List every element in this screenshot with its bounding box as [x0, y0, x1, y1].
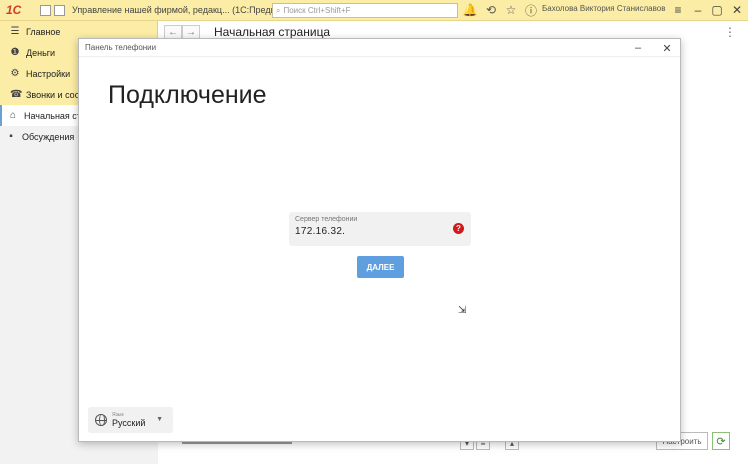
dialog-heading: Подключение	[108, 81, 267, 109]
language-label: Язык	[112, 411, 124, 418]
dialog-title: Панель телефонии	[85, 43, 157, 52]
next-button[interactable]: ДАЛЕЕ	[357, 256, 404, 278]
page-title: Начальная страница	[214, 25, 331, 39]
gear-icon: ⚙	[10, 68, 20, 79]
minimize-icon[interactable]: –	[690, 2, 706, 18]
sidebar-item-label: Деньги	[26, 47, 56, 58]
search-input[interactable]: ⌕ Поиск Ctrl+Shift+F	[272, 3, 458, 18]
bell-icon[interactable]: 🔔	[462, 2, 478, 18]
more-icon[interactable]: ⋮	[724, 25, 736, 39]
menu-icon: ☰	[10, 26, 20, 37]
mouse-cursor-icon: ⇲	[458, 305, 467, 316]
settings-menu-icon[interactable]: ≡	[670, 2, 686, 18]
error-icon[interactable]: ?	[453, 223, 464, 234]
window-menu-icon[interactable]	[40, 4, 51, 16]
server-field-label: Сервер телефонии	[295, 216, 358, 223]
window-list-icon[interactable]	[54, 4, 65, 16]
back-button[interactable]: ←	[164, 25, 182, 39]
app-logo: 1С	[0, 0, 40, 21]
maximize-icon[interactable]: ▢	[709, 2, 725, 18]
logo-text: 1С	[6, 3, 22, 17]
server-field[interactable]: Сервер телефонии 172.16.32. ?	[289, 212, 471, 246]
star-icon[interactable]: ☆	[503, 2, 519, 18]
phone-icon: ☎	[10, 89, 23, 100]
tab-label: Обсуждения	[22, 131, 75, 142]
sidebar-item-label: Настройки	[26, 68, 71, 79]
app-title: Управление нашей фирмой, редакц... (1С:П…	[72, 5, 282, 15]
info-icon[interactable]: ⓘ	[523, 2, 539, 18]
app-titlebar: 1С Управление нашей фирмой, редакц... (1…	[0, 0, 748, 21]
history-icon[interactable]: ⟲	[483, 2, 499, 18]
language-select[interactable]: Язык Русский ▼	[88, 407, 173, 433]
money-icon: ❶	[10, 47, 20, 58]
language-value: Русский	[112, 417, 146, 428]
dialog-minimize-icon[interactable]: –	[631, 41, 645, 55]
dialog-titlebar: Панель телефонии	[79, 39, 680, 57]
close-icon[interactable]: ✕	[729, 2, 745, 18]
server-field-value[interactable]: 172.16.32.	[295, 226, 465, 237]
search-icon: ⌕	[276, 5, 281, 15]
dialog-close-icon[interactable]: ✕	[660, 41, 674, 55]
home-icon: ⌂	[9, 110, 17, 121]
chat-icon: ▪	[9, 131, 13, 142]
forward-button[interactable]: →	[182, 25, 200, 39]
sidebar-item-label: Главное	[26, 26, 61, 37]
telephony-dialog: Панель телефонии – ✕ Подключение Сервер …	[78, 38, 681, 442]
chevron-down-icon: ▼	[156, 416, 163, 423]
user-name[interactable]: Бахолова Виктория Станиславовна	[542, 4, 666, 13]
search-placeholder: Поиск Ctrl+Shift+F	[283, 6, 351, 15]
globe-icon	[95, 414, 107, 426]
refresh-icon[interactable]: ⟳	[712, 432, 730, 450]
